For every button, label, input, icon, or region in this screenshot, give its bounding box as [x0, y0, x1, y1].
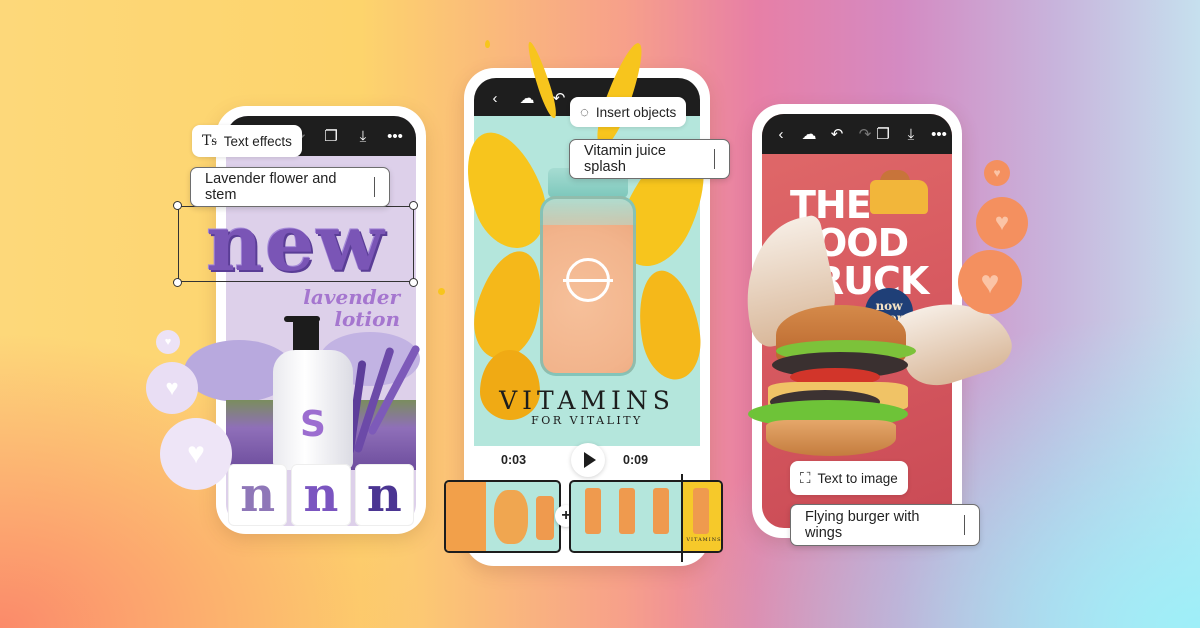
heart-icon: ♥: [994, 209, 1010, 236]
cloud-icon[interactable]: ☁: [518, 89, 536, 107]
redo-icon[interactable]: ↷: [856, 125, 874, 143]
timeline-clip-2[interactable]: VITAMINS: [569, 480, 723, 553]
total-time: 0:09: [623, 453, 649, 467]
heart-icon: ♥: [980, 263, 1000, 300]
text-effects-icon: Tᵴ: [202, 132, 217, 149]
more-icon[interactable]: •••: [386, 127, 404, 145]
resize-handle-tl[interactable]: [173, 201, 182, 210]
variant-glyph: n: [240, 467, 276, 523]
subline-lavender: lavender: [303, 285, 400, 309]
variant-glyph: n: [303, 467, 339, 523]
text-effects-label: Text effects: [223, 133, 292, 149]
clip-frame: [494, 490, 528, 544]
prompt-text: Lavender flower and stem: [205, 171, 337, 203]
prompt-input-lavender[interactable]: Lavender flower and stem: [190, 167, 390, 207]
play-button[interactable]: [571, 443, 605, 477]
clip-frame: [693, 488, 709, 534]
resize-handle-br[interactable]: [409, 278, 418, 287]
text-to-image-label: Text to image: [817, 470, 898, 486]
undo-icon[interactable]: ↶: [828, 125, 846, 143]
text-caret: [713, 149, 715, 169]
food-truck-illustration: [870, 180, 928, 214]
text-to-image-chip[interactable]: ⛶ Text to image: [790, 461, 908, 495]
juice-droplet: [438, 288, 445, 295]
variant-option[interactable]: n: [291, 464, 351, 526]
vitamins-title: VITAMINS: [499, 386, 675, 415]
pages-icon[interactable]: ❐: [322, 127, 340, 145]
clip-frame: [653, 488, 669, 534]
prompt-input-burger[interactable]: Flying burger with wings: [790, 504, 980, 546]
insert-objects-chip[interactable]: ◌ Insert objects: [570, 97, 687, 127]
variant-option[interactable]: n: [354, 464, 414, 526]
pages-icon[interactable]: ❐: [874, 125, 892, 143]
clip-frame: [446, 482, 486, 551]
variant-option[interactable]: n: [228, 464, 288, 526]
heart-icon: ♥: [187, 437, 205, 470]
prompt-input-vitamins[interactable]: Vitamin juice splash: [569, 139, 730, 179]
jar-logo: [563, 258, 613, 302]
subline-lotion: lotion: [334, 307, 400, 331]
headline-new: new: [206, 198, 386, 289]
text-effects-chip[interactable]: Tᵴ Text effects: [192, 125, 302, 157]
back-icon[interactable]: ‹: [772, 125, 790, 143]
toolbar: ‹ ☁ ↶ ↷ ❐ ⤓ •••: [762, 114, 952, 154]
heart-icon: ♥: [165, 375, 179, 400]
resize-handle-bl[interactable]: [173, 278, 182, 287]
selected-text-object[interactable]: new: [178, 198, 414, 289]
heart-icon: ♥: [993, 166, 1001, 180]
cloud-icon[interactable]: ☁: [800, 125, 818, 143]
burger-bottom-bun: [766, 420, 896, 456]
lavender-lotion-text: lavender lotion: [270, 286, 400, 330]
more-icon[interactable]: •••: [930, 125, 948, 143]
juice-droplet: [485, 40, 490, 48]
insert-objects-label: Insert objects: [595, 104, 677, 120]
variant-picker: n n n: [226, 464, 416, 526]
timeline-playhead[interactable]: [681, 474, 683, 562]
heart-icon: ♥: [164, 336, 172, 348]
timeline-clip-1[interactable]: [444, 480, 561, 553]
prompt-text: Vitamin juice splash: [584, 143, 666, 175]
clip-frame: [619, 488, 635, 534]
vitamins-subtitle: FOR VITALITY: [531, 414, 643, 427]
clip-caption: VITAMINS: [686, 537, 722, 543]
heart-bubble: ♥: [984, 160, 1010, 186]
bottle-logo: S: [300, 404, 326, 445]
text-caret: [963, 515, 965, 535]
prompt-text: Flying burger with wings: [805, 509, 920, 541]
text-caret: [373, 177, 375, 197]
heart-bubble: ♥: [160, 418, 232, 490]
clip-frame: [536, 496, 554, 540]
heart-bubble: ♥: [156, 330, 180, 354]
resize-handle-tr[interactable]: [409, 201, 418, 210]
download-icon[interactable]: ⤓: [354, 127, 372, 145]
text-to-image-icon: ⛶: [800, 469, 811, 487]
back-icon[interactable]: ‹: [486, 89, 504, 107]
heart-bubble: ♥: [958, 250, 1022, 314]
clip-frame: [585, 488, 601, 534]
insert-objects-icon: ◌: [580, 103, 589, 121]
download-icon[interactable]: ⤓: [902, 125, 920, 143]
current-time: 0:03: [501, 453, 527, 467]
heart-bubble: ♥: [976, 197, 1028, 249]
heart-bubble: ♥: [146, 362, 198, 414]
variant-glyph: n: [366, 467, 402, 523]
